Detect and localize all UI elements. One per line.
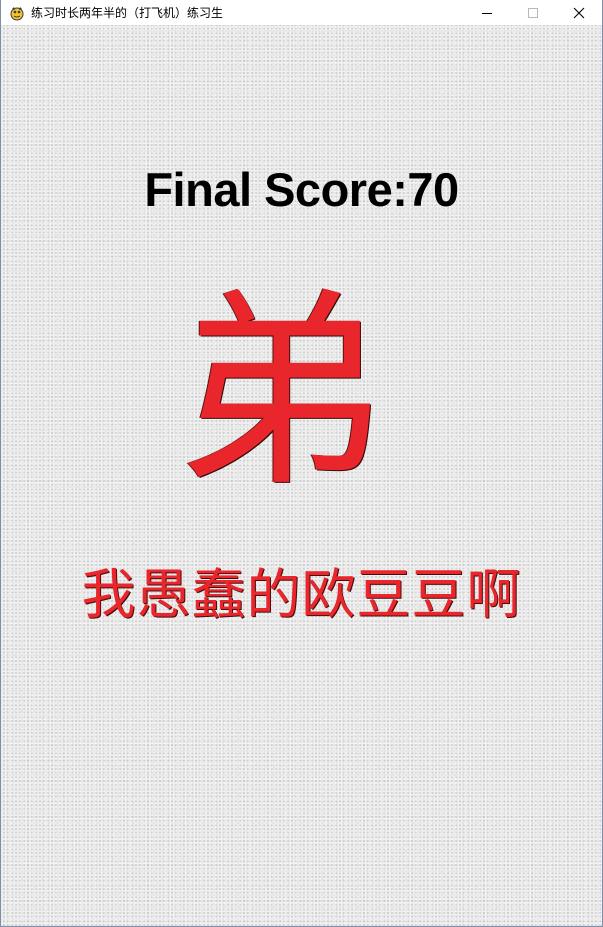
- big-character: 弟: [176, 270, 387, 515]
- pygame-snake-icon: [9, 5, 25, 21]
- close-button[interactable]: [556, 0, 602, 25]
- game-window: 练习时长两年半的（打飞机）练习生 Final Score:70 弟 我愚蠢的欧豆…: [0, 0, 603, 927]
- game-canvas[interactable]: Final Score:70 弟 我愚蠢的欧豆豆啊: [1, 25, 602, 926]
- minimize-icon: [482, 12, 492, 14]
- maximize-icon: [528, 7, 538, 18]
- minimize-button[interactable]: [464, 0, 510, 25]
- final-score-text: Final Score:70: [144, 163, 459, 216]
- close-icon: [573, 7, 585, 18]
- title-bar[interactable]: 练习时长两年半的（打飞机）练习生: [1, 0, 602, 25]
- caption-buttons: [464, 0, 602, 25]
- window-title: 练习时长两年半的（打飞机）练习生: [31, 6, 224, 20]
- maximize-button[interactable]: [510, 0, 556, 25]
- game-over-phrase: 我愚蠢的欧豆豆啊: [81, 563, 522, 626]
